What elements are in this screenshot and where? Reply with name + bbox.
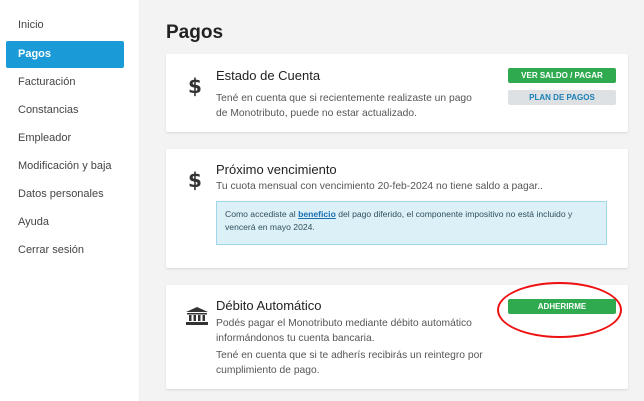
info-text-prefix: Como accediste al (225, 209, 299, 219)
proximo-vencimiento-card: $ Próximo vencimiento Tu cuota mensual c… (166, 149, 628, 268)
dollar-icon: $ (188, 74, 202, 98)
sidebar-item-constancias[interactable]: Constancias (6, 97, 124, 124)
estado-cuenta-title: Estado de Cuenta (216, 68, 321, 83)
info-box-beneficio: Como accediste al beneficio del pago dif… (216, 201, 607, 245)
debito-automatico-title: Débito Automático (216, 298, 322, 313)
proximo-vencimiento-text: Tu cuota mensual con vencimiento 20-feb-… (216, 181, 544, 192)
debito-automatico-card: Débito Automático Podés pagar el Monotri… (166, 285, 628, 389)
estado-cuenta-card: $ Estado de Cuenta Tené en cuenta que si… (166, 54, 628, 132)
sidebar-item-inicio[interactable]: Inicio (6, 12, 124, 39)
page-title: Pagos (166, 22, 224, 43)
proximo-vencimiento-title: Próximo vencimiento (216, 162, 337, 177)
bank-icon (186, 307, 208, 325)
sidebar-item-facturacion[interactable]: Facturación (6, 69, 124, 96)
plan-de-pagos-button[interactable]: PLAN DE PAGOS (508, 90, 616, 105)
adherirme-button[interactable]: ADHERIRME (508, 299, 616, 314)
dollar-icon: $ (188, 168, 202, 192)
sidebar-item-pagos[interactable]: Pagos (6, 41, 124, 68)
debito-automatico-text-2: Tené en cuenta que si te adherís recibir… (216, 350, 483, 376)
ver-saldo-pagar-button[interactable]: VER SALDO / PAGAR (508, 68, 616, 83)
debito-automatico-text-1: Podés pagar el Monotributo mediante débi… (216, 318, 472, 344)
sidebar-item-cerrar-sesion[interactable]: Cerrar sesión (6, 237, 124, 264)
estado-cuenta-text: Tené en cuenta que si recientemente real… (216, 93, 472, 119)
sidebar: Inicio Pagos Facturación Constancias Emp… (0, 0, 140, 401)
sidebar-item-empleador[interactable]: Empleador (6, 125, 124, 152)
sidebar-item-ayuda[interactable]: Ayuda (6, 209, 124, 236)
sidebar-item-datos-personales[interactable]: Datos personales (6, 181, 124, 208)
sidebar-item-modificacion-baja[interactable]: Modificación y baja (6, 153, 124, 180)
beneficio-link[interactable]: beneficio (298, 209, 336, 219)
